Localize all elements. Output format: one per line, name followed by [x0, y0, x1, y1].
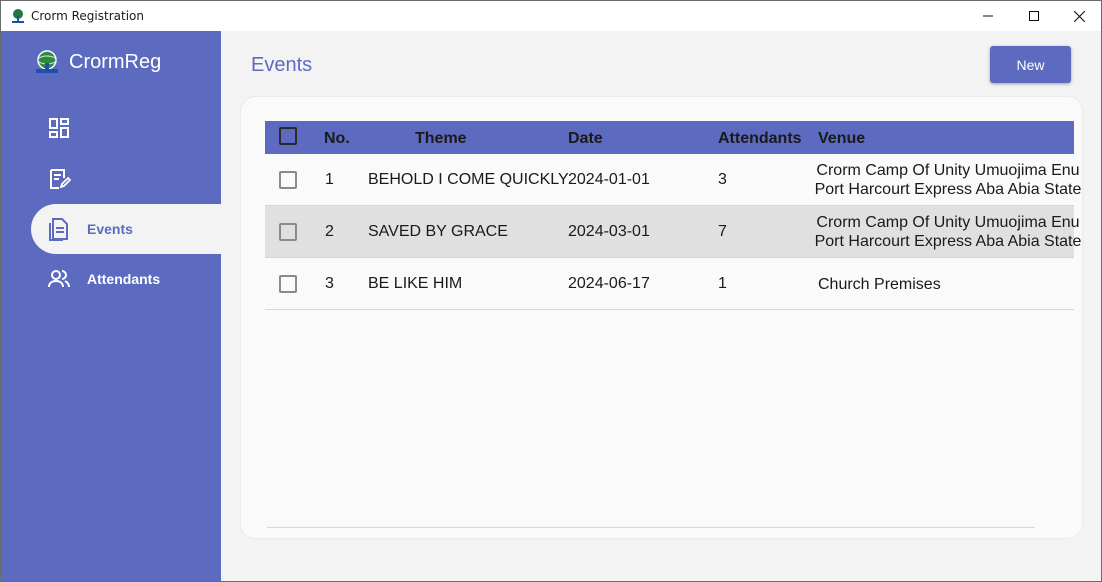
- sidebar-item-events[interactable]: Events: [31, 204, 221, 254]
- cell-attendants: 3: [718, 171, 727, 188]
- cell-date: 2024-03-01: [568, 223, 650, 240]
- sidebar-item-label: Attendants: [87, 271, 161, 287]
- cell-no: 2: [325, 223, 334, 240]
- app-window: Crorm Registration CrormReg Events Atten…: [0, 0, 1102, 582]
- cell-venue: Church Premises: [818, 276, 941, 293]
- column-header-theme[interactable]: Theme: [415, 130, 467, 148]
- sidebar-item-label: Events: [87, 221, 133, 237]
- column-header-no[interactable]: No.: [324, 130, 350, 148]
- sidebar-item-attendants[interactable]: Attendants: [31, 254, 221, 304]
- people-icon: [48, 270, 70, 288]
- venue-line: Crorm Camp Of Unity Umuojima Enu: [816, 214, 1080, 231]
- select-all-checkbox[interactable]: [279, 127, 297, 145]
- table-header: No. Theme Date Attendants Venue: [265, 121, 1074, 154]
- sidebar-item-edit[interactable]: [31, 154, 221, 204]
- row-checkbox[interactable]: [279, 275, 297, 293]
- close-icon: [1073, 10, 1085, 22]
- cell-theme: SAVED BY GRACE: [368, 223, 508, 240]
- sidebar: CrormReg Events Attendants: [1, 31, 221, 581]
- horizontal-scrollbar[interactable]: [267, 527, 1035, 528]
- events-card: No. Theme Date Attendants Venue 1 BEHOLD…: [241, 97, 1082, 538]
- column-header-date[interactable]: Date: [568, 130, 603, 148]
- table-row[interactable]: 1 BEHOLD I COME QUICKLY 2024-01-01 3 Cro…: [265, 154, 1081, 206]
- dashboard-icon: [49, 118, 69, 138]
- app-logo-icon: [12, 9, 24, 23]
- venue-line: Port Harcourt Express Aba Abia State: [814, 181, 1082, 198]
- document-icon: [49, 218, 68, 241]
- maximize-icon: [1029, 11, 1039, 21]
- window-title: Crorm Registration: [31, 9, 144, 23]
- column-header-attendants[interactable]: Attendants: [718, 130, 802, 148]
- maximize-button[interactable]: [1011, 1, 1057, 31]
- table-row[interactable]: 3 BE LIKE HIM 2024-06-17 1 Church Premis…: [265, 258, 1074, 310]
- cell-theme: BE LIKE HIM: [368, 275, 463, 292]
- edit-note-icon: [50, 169, 71, 189]
- sidebar-item-dashboard[interactable]: [31, 103, 221, 153]
- brand: CrormReg: [33, 49, 161, 75]
- cell-date: 2024-01-01: [568, 171, 650, 188]
- cell-date: 2024-06-17: [568, 275, 650, 292]
- title-bar: Crorm Registration: [1, 1, 1101, 31]
- venue-line: Crorm Camp Of Unity Umuojima Enu: [816, 162, 1080, 179]
- cell-theme: BEHOLD I COME QUICKLY: [368, 171, 569, 188]
- cell-venue: Crorm Camp Of Unity Umuojima Enu Port Ha…: [813, 213, 1082, 251]
- minimize-button[interactable]: [965, 1, 1011, 31]
- table-row[interactable]: 2 SAVED BY GRACE 2024-03-01 7 Crorm Camp…: [265, 206, 1081, 258]
- brand-name: CrormReg: [69, 50, 162, 73]
- cell-no: 1: [325, 171, 334, 188]
- cell-venue: Crorm Camp Of Unity Umuojima Enu Port Ha…: [813, 161, 1082, 199]
- cell-attendants: 7: [718, 223, 727, 240]
- close-button[interactable]: [1056, 1, 1101, 31]
- new-event-button[interactable]: New: [990, 46, 1071, 83]
- events-table: No. Theme Date Attendants Venue 1 BEHOLD…: [265, 121, 1081, 310]
- column-header-venue[interactable]: Venue: [818, 130, 865, 148]
- minimize-icon: [983, 15, 993, 17]
- row-checkbox[interactable]: [279, 223, 297, 241]
- row-checkbox[interactable]: [279, 171, 297, 189]
- page-title: Events: [251, 54, 313, 76]
- brand-logo-icon: [36, 50, 58, 73]
- cell-no: 3: [325, 275, 334, 292]
- cell-attendants: 1: [718, 275, 727, 292]
- venue-line: Port Harcourt Express Aba Abia State: [814, 233, 1082, 250]
